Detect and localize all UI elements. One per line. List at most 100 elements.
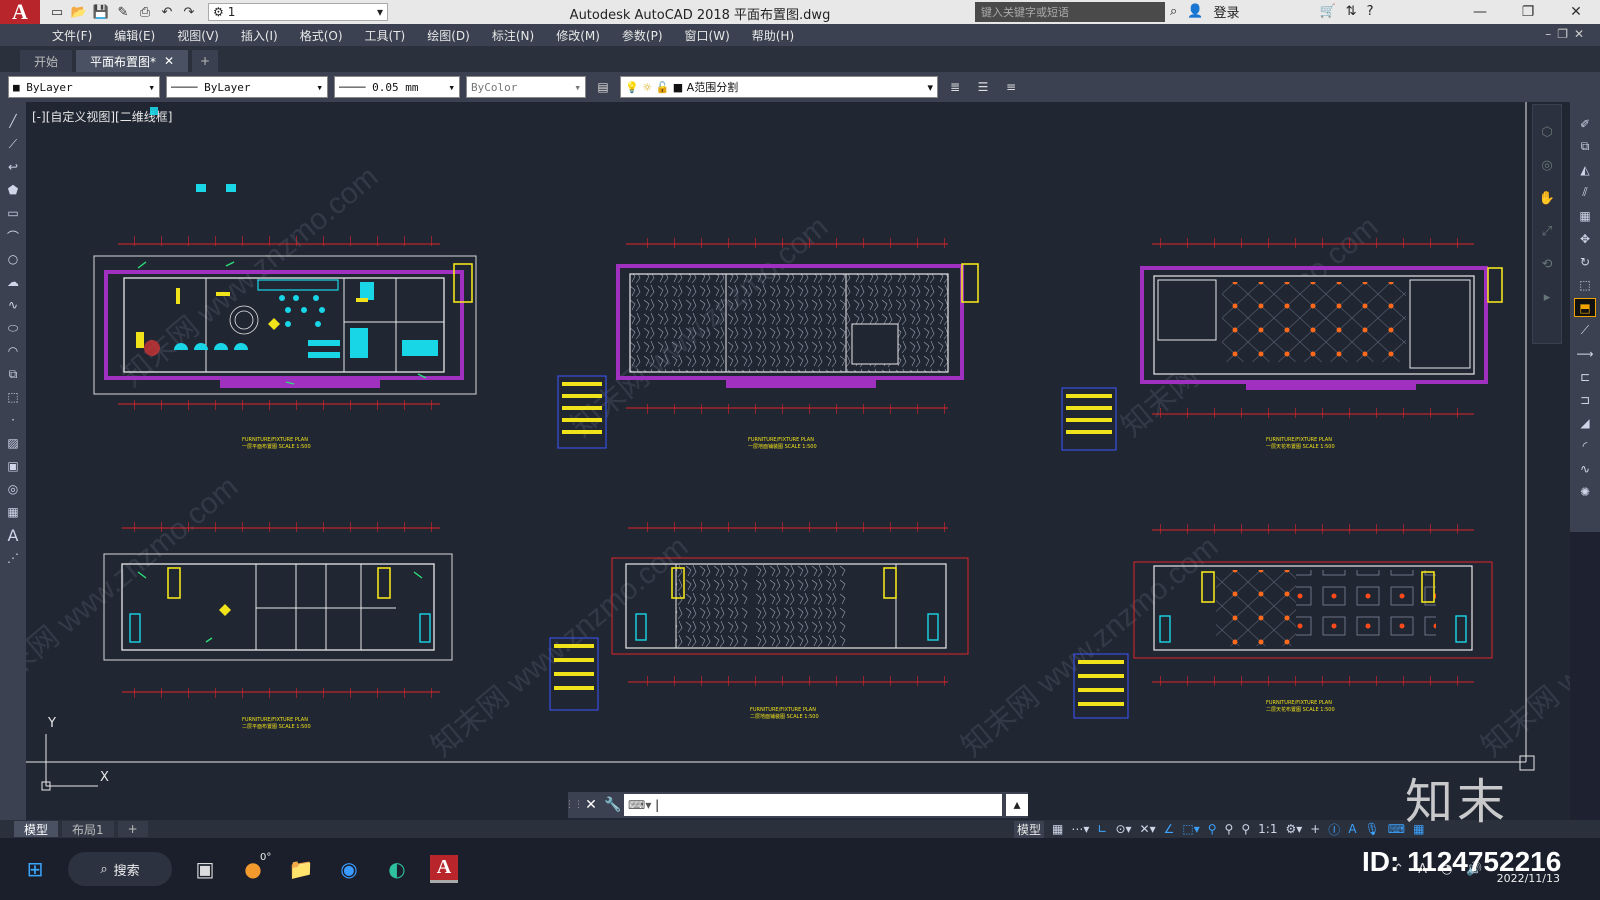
object-snap-track-icon[interactable]: ⬚▾ xyxy=(1182,822,1199,836)
model-space-toggle[interactable]: 模型 xyxy=(1014,820,1045,838)
trim-icon[interactable]: ⟋ xyxy=(1574,321,1596,340)
pan-icon[interactable]: ✋ xyxy=(1539,191,1555,206)
snap-icon[interactable]: ⋯▾ xyxy=(1071,822,1089,836)
rotate-icon[interactable]: ↻ xyxy=(1574,252,1596,271)
add-layout-button[interactable]: + xyxy=(117,821,148,837)
array-icon[interactable]: ▦ xyxy=(1574,206,1596,225)
gear-icon[interactable]: ⚙▾ xyxy=(1285,822,1302,836)
grip-handle[interactable]: ⋮⋮ xyxy=(565,792,583,818)
explode-icon[interactable]: ✺ xyxy=(1574,482,1596,501)
search-input[interactable]: 键入关键字或短语 xyxy=(975,2,1165,22)
keyboard-icon[interactable]: ⌨ xyxy=(1388,822,1405,836)
gradient-icon[interactable]: ▣ xyxy=(3,457,23,475)
circle-icon[interactable]: ○ xyxy=(3,250,23,268)
point-icon[interactable]: · xyxy=(3,411,23,429)
object-snap-icon[interactable]: ∠ xyxy=(1164,822,1175,836)
new-tab-button[interactable]: + xyxy=(192,50,219,72)
save-icon[interactable]: 💾 xyxy=(92,3,110,21)
file-explorer-icon[interactable]: 📁 xyxy=(286,854,316,884)
stretch-icon[interactable]: ⬒ xyxy=(1574,298,1596,317)
annotation-scale-value[interactable]: 1:1 xyxy=(1258,822,1277,836)
redo-icon[interactable]: ↷ xyxy=(180,3,198,21)
multiline-text-icon[interactable]: A xyxy=(3,526,23,545)
table-icon[interactable]: ▦ xyxy=(3,503,23,521)
polygon-icon[interactable]: ⬟ xyxy=(3,181,23,199)
menu-item-modify[interactable]: 修改(M) xyxy=(556,27,600,44)
mic-icon[interactable]: 🎙 xyxy=(1365,822,1380,836)
chevron-up-icon[interactable]: ▴ xyxy=(1006,794,1028,816)
tab-drawing[interactable]: 平面布置图* ✕ xyxy=(76,50,189,72)
binoculars-icon[interactable]: ⌕ xyxy=(1170,4,1177,19)
rectangle-icon[interactable]: ▭ xyxy=(3,204,23,222)
close-icon[interactable]: ✕ xyxy=(580,794,602,816)
region-icon[interactable]: ◎ xyxy=(3,480,23,498)
workspace-select[interactable]: ⚙ 1 ▾ xyxy=(208,3,388,21)
blend-icon[interactable]: ∿ xyxy=(1574,459,1596,478)
isodraft-icon[interactable]: ✕▾ xyxy=(1140,822,1156,836)
annotation-scale-icon[interactable]: ⚲ xyxy=(1241,822,1250,836)
browser-icon[interactable]: ◉ xyxy=(334,854,364,884)
color-select[interactable]: ■ ByLayer ▾ xyxy=(8,76,160,98)
document-window-controls[interactable]: –❐✕ xyxy=(1545,27,1590,41)
make-block-icon[interactable]: ⬚ xyxy=(3,388,23,406)
line-icon[interactable]: ╱ xyxy=(3,112,23,130)
ortho-icon[interactable]: ∟ xyxy=(1097,822,1107,836)
insert-block-icon[interactable]: ⧉ xyxy=(3,365,23,383)
layer-properties-icon[interactable]: ▤ xyxy=(592,76,614,98)
menu-item-format[interactable]: 格式(O) xyxy=(300,27,343,44)
menu-item-file[interactable]: 文件(F) xyxy=(52,27,92,44)
ifly-icon[interactable]: Ⓘ xyxy=(1328,821,1340,838)
layer-previous-icon[interactable]: ☰ xyxy=(972,76,994,98)
grid-icon[interactable]: ▦ xyxy=(1052,822,1063,836)
exchange-icon[interactable]: ⇅ xyxy=(1346,4,1357,19)
scale-icon[interactable]: ⬚ xyxy=(1574,275,1596,294)
move-icon[interactable]: ✥ xyxy=(1574,229,1596,248)
orbit-icon[interactable]: ⟲ xyxy=(1542,257,1553,272)
make-current-layer-icon[interactable]: ≣ xyxy=(944,76,966,98)
undo-icon[interactable]: ↶ xyxy=(158,3,176,21)
join-icon[interactable]: ⊐ xyxy=(1574,390,1596,409)
restore-button[interactable]: ❐ xyxy=(1504,0,1552,24)
plus-icon[interactable]: + xyxy=(1310,822,1320,836)
hatch-icon[interactable]: ▨ xyxy=(3,434,23,452)
layer-select[interactable]: 💡 ☼ 🔓 ■ A范围分割 ▾ xyxy=(620,76,938,98)
offset-icon[interactable]: ⫽ xyxy=(1574,183,1596,202)
save-as-icon[interactable]: ✎ xyxy=(114,3,132,21)
font-icon[interactable]: A xyxy=(1348,822,1356,836)
break-icon[interactable]: ⊏ xyxy=(1574,367,1596,386)
tab-start[interactable]: 开始 xyxy=(20,50,73,72)
ellipse-arc-icon[interactable]: ◠ xyxy=(3,342,23,360)
steering-wheel-icon[interactable]: ◎ xyxy=(1541,158,1552,173)
menu-item-parametric[interactable]: 参数(P) xyxy=(622,27,663,44)
layer-state-icon[interactable]: ≡ xyxy=(1000,76,1022,98)
linetype-select[interactable]: ──── ByLayer ▾ xyxy=(166,76,328,98)
zoom-icon[interactable]: ⤢ xyxy=(1542,224,1552,239)
ellipse-icon[interactable]: ⬭ xyxy=(3,319,23,337)
erase-icon[interactable]: ✐ xyxy=(1574,114,1596,133)
polar-icon[interactable]: ⊙▾ xyxy=(1115,822,1131,836)
extend-icon[interactable]: ⟶ xyxy=(1574,344,1596,363)
arc-icon[interactable]: ⌒ xyxy=(3,227,23,245)
annotation-visibility-icon[interactable]: ⚲ xyxy=(1208,822,1217,836)
close-button[interactable]: ✕ xyxy=(1552,0,1600,24)
chamfer-icon[interactable]: ◢ xyxy=(1574,413,1596,432)
plotstyle-select[interactable]: ByColor ▾ xyxy=(466,76,586,98)
cart-icon[interactable]: 🛒 xyxy=(1319,4,1335,19)
menu-item-tools[interactable]: 工具(T) xyxy=(365,27,406,44)
help-icon[interactable]: ? xyxy=(1367,4,1374,19)
mirror-icon[interactable]: ◭ xyxy=(1574,160,1596,179)
drawing-canvas[interactable]: [-][自定义视图][二维线框] 知末网 www.znzmo.com 知末网 w… xyxy=(26,102,1570,820)
menu-item-window[interactable]: 窗口(W) xyxy=(685,27,730,44)
login-link[interactable]: 登录 xyxy=(1213,2,1239,21)
copy-icon[interactable]: ⧉ xyxy=(1574,137,1596,156)
new-icon[interactable]: ▭ xyxy=(48,3,66,21)
showmotion-icon[interactable]: ▸ xyxy=(1544,290,1551,305)
menu-item-insert[interactable]: 插入(I) xyxy=(241,27,278,44)
autoscale-icon[interactable]: ⚲ xyxy=(1225,822,1234,836)
user-icon[interactable]: 👤 xyxy=(1187,4,1203,19)
taskbar-search[interactable]: ⌕ 搜索 xyxy=(68,852,172,886)
add-selected-icon[interactable]: ⋰ xyxy=(3,549,23,567)
open-icon[interactable]: 📂 xyxy=(70,3,88,21)
command-input[interactable]: ⌨▾ | xyxy=(624,794,1002,816)
edge-icon[interactable]: ◐ xyxy=(382,854,412,884)
